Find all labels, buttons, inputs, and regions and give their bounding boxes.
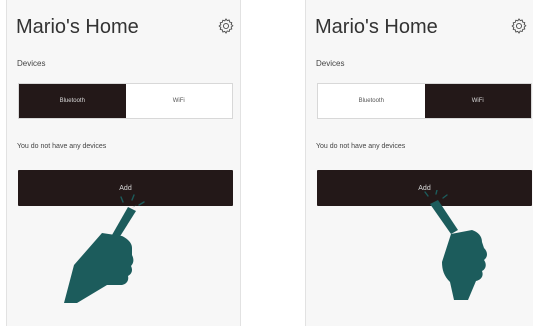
tab-wifi[interactable]: WiFi [125,84,232,118]
tutorial-canvas: Mario's Home Devices Bluetooth WiFi You … [0,0,533,327]
app-screen-bluetooth: Mario's Home Devices Bluetooth WiFi You … [6,0,241,326]
add-device-button[interactable]: Add [18,170,233,206]
empty-devices-message: You do not have any devices [316,143,406,150]
tab-wifi[interactable]: WiFi [424,84,531,118]
devices-label: Devices [316,59,345,68]
gear-icon[interactable] [510,17,528,35]
devices-label: Devices [17,59,46,68]
app-screen-wifi: Mario's Home Devices Bluetooth WiFi You … [305,0,533,326]
empty-devices-message: You do not have any devices [17,143,107,150]
connection-type-toggle: Bluetooth WiFi [317,83,532,119]
tab-bluetooth[interactable]: Bluetooth [318,84,425,118]
pointing-hand-icon [64,194,145,303]
pointing-hand-icon [424,190,487,300]
tab-bluetooth[interactable]: Bluetooth [19,84,126,118]
page-title: Mario's Home [16,16,139,38]
connection-type-toggle: Bluetooth WiFi [18,83,233,119]
page-title: Mario's Home [315,16,438,38]
gear-icon[interactable] [217,17,235,35]
add-device-button[interactable]: Add [317,170,532,206]
